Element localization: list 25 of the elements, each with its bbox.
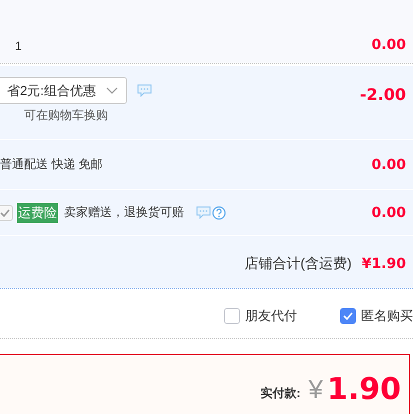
promotion-note: 可在购物车换购 — [24, 107, 109, 124]
check-icon — [0, 208, 10, 216]
currency-symbol: ¥ — [308, 374, 323, 405]
shop-total-amount: ¥1.90 — [362, 256, 406, 272]
shipping-amount: 0.00 — [371, 156, 406, 172]
item-amount: 0.00 — [371, 37, 406, 53]
checkbox[interactable] — [340, 308, 356, 324]
discount-amount: -2.00 — [360, 85, 406, 104]
message-icon[interactable] — [196, 206, 211, 218]
shipping-method: 普通配送 快递 免邮 — [0, 156, 103, 173]
quantity: 1 — [15, 39, 22, 53]
message-icon[interactable] — [137, 84, 152, 97]
insurance-badge: 运费险 — [17, 202, 58, 222]
shop-total-label: 店铺合计(含运费) — [244, 255, 352, 273]
chevron-down-icon — [106, 87, 118, 94]
payment-amount: 1.90 — [326, 372, 401, 407]
promotion-dropdown[interactable]: 省2元:组合优惠 — [0, 77, 127, 104]
checkbox-label: 朋友代付 — [245, 306, 297, 324]
payment-label: 实付款: — [260, 385, 300, 402]
insurance-description: 卖家赠送，退换货可赔 — [64, 204, 184, 221]
help-icon[interactable] — [212, 206, 226, 220]
check-icon — [343, 312, 353, 320]
checkbox-label: 匿名购买 — [361, 306, 413, 324]
insurance-amount: 0.00 — [371, 204, 406, 220]
checkbox[interactable] — [224, 308, 240, 324]
